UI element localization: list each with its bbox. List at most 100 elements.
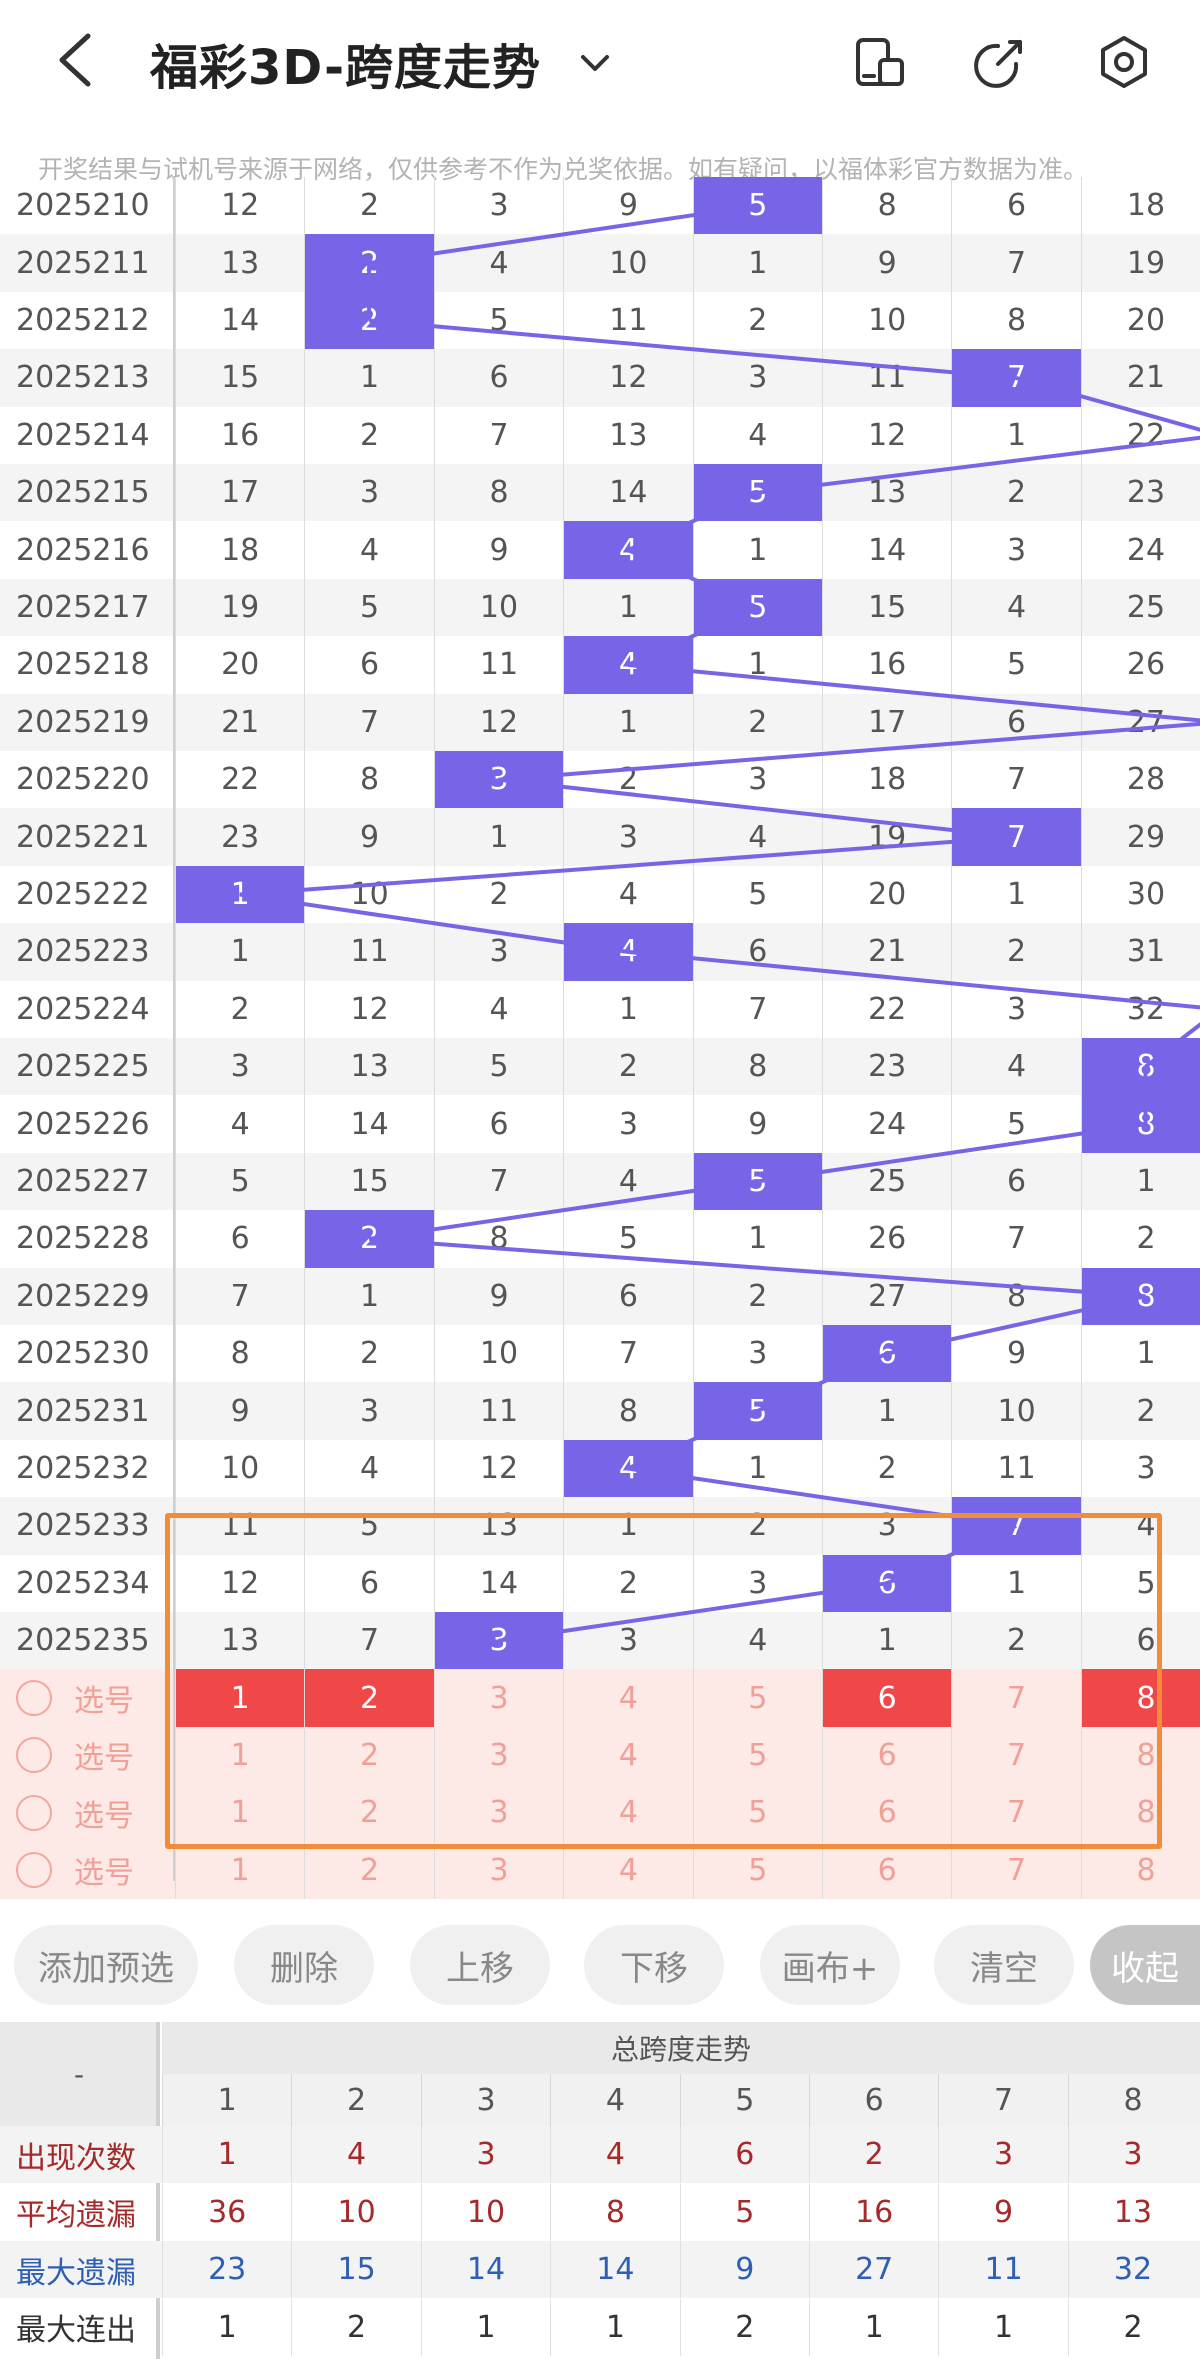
pick-row-label[interactable]: 选号 — [16, 1842, 134, 1899]
pick-row: 选号 1 2 3 4 5 6 7 8 — [0, 1669, 1200, 1727]
pick-cell[interactable]: 2 — [304, 1841, 433, 1899]
pick-cell[interactable]: 4 — [563, 1669, 692, 1727]
pick-cell[interactable]: 8 — [1080, 1841, 1200, 1899]
grid-cell: 2 — [951, 1612, 1080, 1670]
grid-cell: 19 — [1080, 234, 1200, 292]
add-preselect-button[interactable]: 添加预选 — [14, 1925, 198, 2005]
pick-cell[interactable]: 3 — [433, 1669, 563, 1727]
pick-cell[interactable]: 6 — [822, 1841, 951, 1899]
pick-cell[interactable]: 3 — [433, 1841, 563, 1899]
delete-button[interactable]: 删除 — [234, 1925, 374, 2005]
grid-cell: 11 — [433, 1382, 563, 1440]
pick-cell[interactable]: 5 — [692, 1841, 822, 1899]
phone-layout-icon[interactable] — [850, 32, 910, 92]
grid-cell: 10 — [433, 578, 563, 637]
hit-cell: 3 — [433, 751, 564, 809]
grid-cell: 2 — [1080, 1210, 1200, 1268]
pick-cell[interactable]: 6 — [822, 1784, 951, 1842]
grid-cell: 3 — [563, 808, 692, 866]
grid-cell: 6 — [304, 636, 433, 694]
pick-cell[interactable]: 7 — [951, 1841, 1080, 1899]
pick-cell[interactable]: 4 — [563, 1784, 692, 1842]
pick-cell[interactable]: 6 — [822, 1726, 951, 1785]
table-row: 2025234 12 6 14 2 3 6 1 5 — [0, 1554, 1200, 1612]
pick-cell[interactable]: 2 — [304, 1784, 433, 1842]
share-icon[interactable] — [970, 32, 1030, 92]
period-cell: 2025213 — [16, 360, 150, 396]
grid-cell: 3 — [822, 1497, 951, 1555]
radio-circle-icon[interactable] — [16, 1737, 52, 1774]
hit-cell: 4 — [563, 1439, 693, 1498]
pick-row-label[interactable]: 选号 — [16, 1669, 134, 1726]
move-up-button[interactable]: 上移 — [410, 1925, 550, 2005]
pick-cell[interactable]: 2 — [304, 1726, 433, 1785]
stats-table: - 总跨度走势 12345678 出现次数 1 4 3 4 6 2 3 3 平均遗漏 36 10 10 8… — [0, 2022, 1200, 2359]
pick-row: 选号 1 2 3 4 5 6 7 8 — [0, 1841, 1200, 1899]
grid-cell: 5 — [1080, 1554, 1200, 1612]
collapse-button[interactable]: 收起 — [1090, 1925, 1200, 2005]
pick-cell-selected[interactable]: 1 — [175, 1669, 305, 1727]
clear-button[interactable]: 清空 — [934, 1925, 1074, 2005]
grid-cell: 6 — [304, 1554, 433, 1612]
pick-cell[interactable]: 7 — [951, 1784, 1080, 1842]
grid-cell: 1 — [692, 234, 822, 292]
pick-cell-selected[interactable]: 2 — [304, 1669, 434, 1727]
grid-cell: 11 — [822, 349, 951, 407]
canvas-button[interactable]: 画布+ — [760, 1925, 900, 2005]
hit-cell: 5 — [692, 578, 822, 637]
grid-cell: 8 — [692, 1038, 822, 1096]
grid-cell: 16 — [822, 636, 951, 694]
pick-cell[interactable]: 5 — [692, 1726, 822, 1785]
grid-cell: 13 — [822, 464, 951, 522]
pick-cell[interactable]: 1 — [175, 1784, 304, 1842]
grid-cell: 11 — [563, 291, 692, 350]
grid-cell: 14 — [563, 464, 692, 522]
pick-cell[interactable]: 1 — [175, 1841, 304, 1899]
pick-row-label[interactable]: 选号 — [16, 1727, 134, 1784]
stats-value: 16 — [809, 2183, 938, 2241]
pick-cell[interactable]: 1 — [175, 1726, 304, 1785]
grid-cell: 2 — [304, 177, 433, 235]
stats-value: 1 — [162, 2298, 291, 2356]
grid-cell: 5 — [304, 1497, 433, 1555]
grid-cell: 1 — [563, 693, 692, 751]
radio-circle-icon[interactable] — [16, 1852, 52, 1889]
title-dropdown[interactable]: 福彩3D-跨度走势 — [150, 28, 613, 98]
settings-icon[interactable] — [1094, 32, 1154, 92]
grid-cell: 3 — [692, 751, 822, 809]
grid-cell: 11 — [433, 636, 563, 694]
pick-label-text: 选号 — [74, 1684, 134, 1720]
stats-value: 3 — [1067, 2126, 1197, 2183]
grid-cell: 6 — [433, 349, 563, 407]
pick-cell[interactable]: 3 — [433, 1726, 563, 1785]
pick-cell[interactable]: 4 — [563, 1841, 692, 1899]
pick-cell[interactable]: 7 — [951, 1669, 1080, 1727]
radio-circle-icon[interactable] — [16, 1794, 52, 1831]
pick-cell[interactable]: 4 — [563, 1726, 692, 1785]
stats-row-label: 出现次数 — [16, 2140, 136, 2176]
period-cell: 2025235 — [16, 1623, 150, 1659]
stats-value: 27 — [809, 2241, 938, 2298]
radio-circle-icon[interactable] — [16, 1680, 52, 1717]
move-down-button[interactable]: 下移 — [584, 1925, 724, 2005]
pick-row-label[interactable]: 选号 — [16, 1784, 134, 1841]
pick-cell-selected[interactable]: 6 — [822, 1669, 952, 1727]
pick-cell[interactable]: 8 — [1080, 1784, 1200, 1842]
grid-cell: 1 — [951, 865, 1080, 924]
pick-cell-selected[interactable]: 8 — [1080, 1669, 1200, 1727]
period-cell: 2025228 — [16, 1221, 150, 1257]
pick-cell[interactable]: 7 — [951, 1726, 1080, 1785]
table-row: 2025212 14 2 5 11 2 10 8 20 — [0, 291, 1200, 350]
table-row: 2025235 13 7 3 3 4 1 2 6 — [0, 1612, 1200, 1670]
pick-cell[interactable]: 3 — [433, 1784, 563, 1842]
grid-cell: 20 — [822, 865, 951, 924]
pick-cell[interactable]: 8 — [1080, 1726, 1200, 1785]
pick-cell[interactable]: 5 — [692, 1669, 822, 1727]
table-row: 2025227 5 15 7 4 5 25 6 1 — [0, 1152, 1200, 1211]
grid-cell: 5 — [433, 1038, 563, 1096]
stats-column-header: 1 — [162, 2074, 291, 2126]
stats-value: 8 — [550, 2183, 679, 2241]
chevron-left-icon[interactable] — [48, 30, 108, 90]
pick-cell[interactable]: 5 — [692, 1784, 822, 1842]
stats-value: 2 — [679, 2298, 809, 2356]
